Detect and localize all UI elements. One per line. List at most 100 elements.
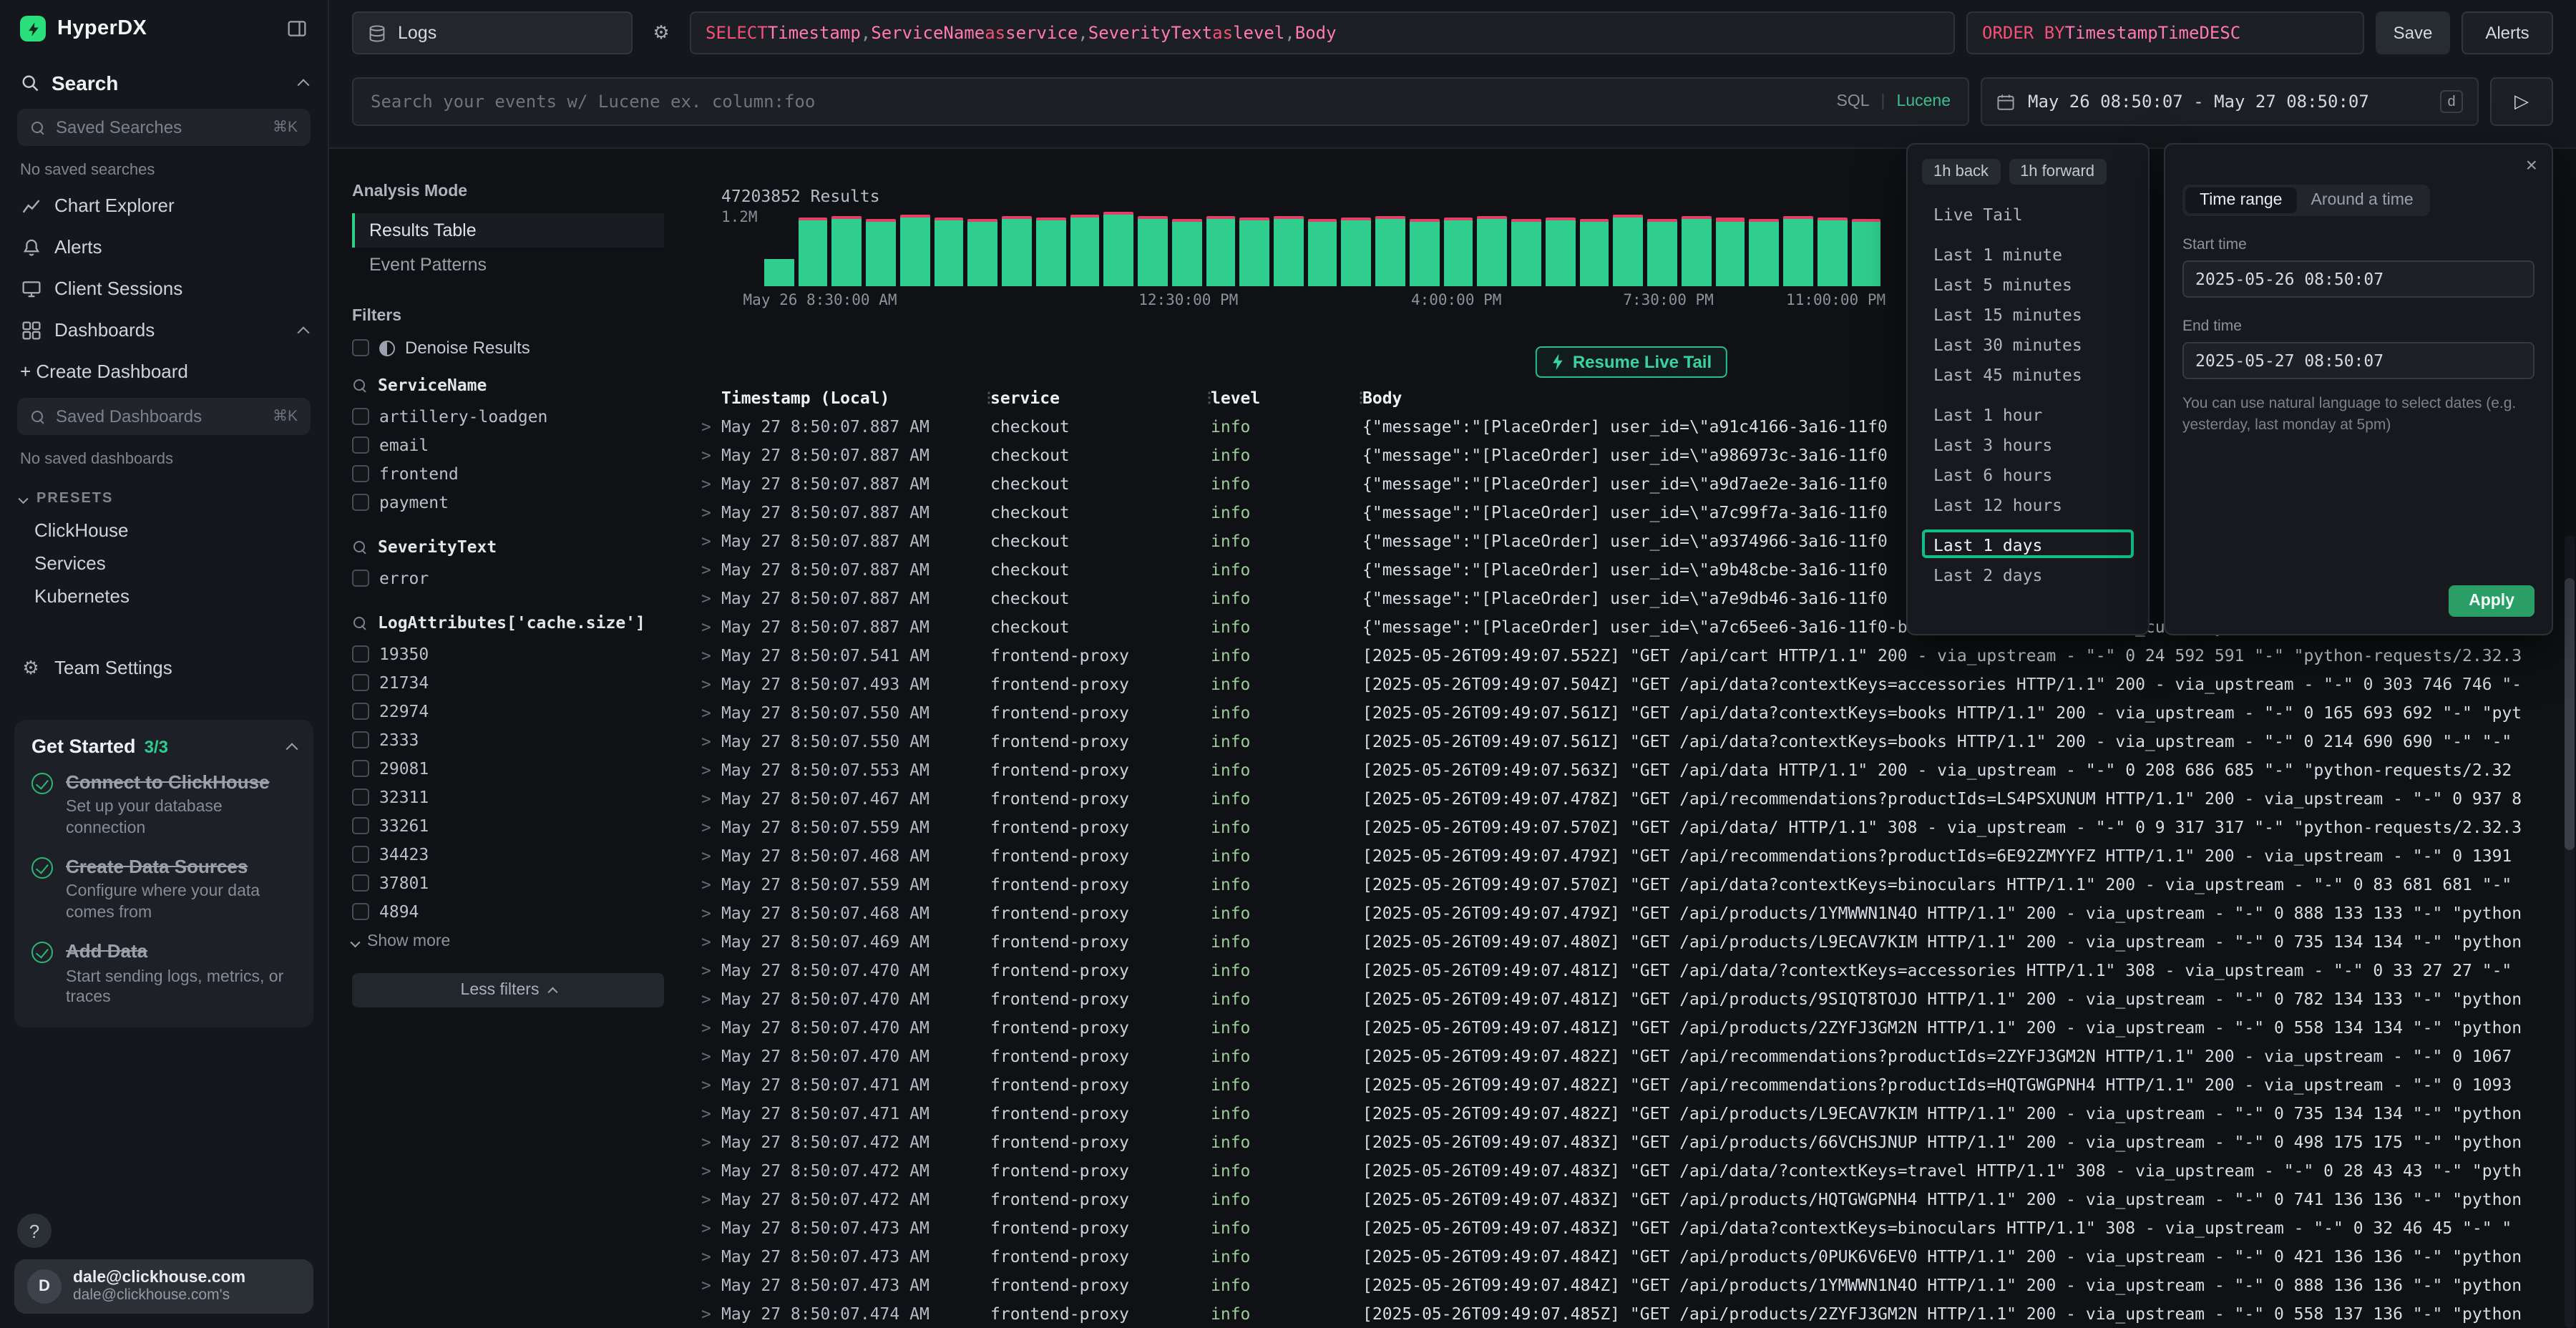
histogram-bar[interactable] [1206,216,1235,286]
date-range-input[interactable]: May 26 08:50:07 - May 27 08:50:07 d [1981,77,2479,126]
row-expand-icon[interactable]: > [701,1246,721,1266]
order-by-editor[interactable]: ORDER BY TimestampTime DESC [1966,11,2364,54]
histogram-bar[interactable] [1851,219,1880,286]
log-row[interactable]: >May 27 8:50:07.473 AMfrontend-proxyinfo… [687,1242,2576,1271]
checkbox[interactable] [352,731,369,748]
row-expand-icon[interactable]: > [701,416,721,436]
row-expand-icon[interactable]: > [701,846,721,866]
log-row[interactable]: >May 27 8:50:07.470 AMfrontend-proxyinfo… [687,985,2576,1013]
quick-range-last-30-minutes[interactable]: Last 30 minutes [1922,329,2134,358]
row-expand-icon[interactable]: > [701,874,721,894]
column-header-timestamp[interactable]: Timestamp (Local) [721,388,982,408]
quick-range-last-1-minute[interactable]: Last 1 minute [1922,239,2134,268]
facet-value-row[interactable]: 2333 [352,726,664,754]
log-row[interactable]: >May 27 8:50:07.493 AMfrontend-proxyinfo… [687,670,2576,698]
histogram-bar[interactable] [1647,218,1677,286]
log-row[interactable]: >May 27 8:50:07.472 AMfrontend-proxyinfo… [687,1185,2576,1214]
mode-event-patterns[interactable]: Event Patterns [352,248,664,282]
column-divider[interactable]: ⋮ [1202,390,1211,406]
histogram-bar[interactable] [1240,218,1269,286]
log-row[interactable]: >May 27 8:50:07.474 AMfrontend-proxyinfo… [687,1299,2576,1328]
chevron-up-icon[interactable] [298,79,310,91]
facet-value-row[interactable]: 4894 [352,897,664,926]
checkbox[interactable] [352,570,369,587]
histogram-bar[interactable] [832,216,862,286]
histogram-bar[interactable] [1715,218,1745,286]
row-expand-icon[interactable]: > [701,960,721,980]
quick-range-last-45-minutes[interactable]: Last 45 minutes [1922,359,2134,388]
search-input[interactable] [371,92,1825,112]
less-filters-button[interactable]: Less filters [352,973,664,1007]
log-row[interactable]: >May 27 8:50:07.467 AMfrontend-proxyinfo… [687,784,2576,813]
facet-value-row[interactable]: 37801 [352,869,664,897]
row-expand-icon[interactable]: > [701,445,721,465]
presets-header[interactable]: PRESETS [20,491,308,507]
checkbox[interactable] [352,436,369,454]
show-more-button[interactable]: Show more [352,933,664,950]
log-row[interactable]: >May 27 8:50:07.472 AMfrontend-proxyinfo… [687,1128,2576,1156]
log-row[interactable]: >May 27 8:50:07.468 AMfrontend-proxyinfo… [687,899,2576,927]
quick-range-last-1-days[interactable]: Last 1 days [1922,529,2134,558]
histogram-bar[interactable] [866,218,895,286]
histogram-bar[interactable] [968,219,997,286]
row-expand-icon[interactable]: > [701,1189,721,1209]
preset-link-services[interactable]: Services [0,547,328,580]
row-expand-icon[interactable]: > [701,1275,721,1295]
log-row[interactable]: >May 27 8:50:07.550 AMfrontend-proxyinfo… [687,727,2576,756]
facet-header[interactable]: Servi​ceName [352,375,664,395]
column-header-service[interactable]: service [990,388,1202,408]
save-button[interactable]: Save [2376,11,2450,54]
row-expand-icon[interactable]: > [701,932,721,952]
histogram-bar[interactable] [1478,216,1507,286]
quick-range-last-5-minutes[interactable]: Last 5 minutes [1922,269,2134,298]
user-menu[interactable]: D dale@clickhouse.com dale@clickhouse.co… [14,1259,313,1314]
sidebar-item-alerts[interactable]: Alerts [0,226,328,268]
column-divider[interactable]: ⋮ [1354,390,1362,406]
run-query-button[interactable]: ▷ [2490,77,2553,126]
histogram-bar[interactable] [1172,218,1201,286]
histogram-bar[interactable] [1104,212,1133,286]
get-started-item[interactable]: Create Data Sources Configure where your… [31,856,296,924]
facet-value-row[interactable]: frontend [352,459,664,488]
histogram-bar[interactable] [1443,217,1473,286]
facet-value-row[interactable]: 22974 [352,697,664,726]
facet-value-row[interactable]: 29081 [352,754,664,783]
histogram-bar[interactable] [1750,220,1779,286]
row-expand-icon[interactable]: > [701,788,721,809]
log-row[interactable]: >May 27 8:50:07.469 AMfrontend-proxyinfo… [687,927,2576,956]
row-expand-icon[interactable]: > [701,674,721,694]
facet-value-row[interactable]: payment [352,488,664,517]
checkbox[interactable] [352,846,369,863]
histogram-bar[interactable] [1274,216,1303,286]
sidebar-item-client-sessions[interactable]: Client Sessions [0,268,328,309]
histogram-bar[interactable] [1818,218,1847,286]
start-time-input[interactable] [2182,260,2534,298]
row-expand-icon[interactable]: > [701,731,721,751]
tab-time-range[interactable]: Time range [2185,187,2297,213]
row-expand-icon[interactable]: > [701,1304,721,1324]
log-row[interactable]: >May 27 8:50:07.471 AMfrontend-proxyinfo… [687,1099,2576,1128]
quick-range-last-1-hour[interactable]: Last 1 hour [1922,399,2134,428]
facet-header[interactable]: SeverityText [352,537,664,557]
row-expand-icon[interactable]: > [701,817,721,837]
histogram-bar[interactable] [1682,216,1711,286]
row-expand-icon[interactable]: > [701,703,721,723]
row-expand-icon[interactable]: > [701,760,721,780]
denoise-results-toggle[interactable]: Denoise Results [352,338,664,358]
log-row[interactable]: >May 27 8:50:07.541 AMfrontend-proxyinfo… [687,641,2576,670]
log-row[interactable]: >May 27 8:50:07.559 AMfrontend-proxyinfo… [687,870,2576,899]
log-row[interactable]: >May 27 8:50:07.470 AMfrontend-proxyinfo… [687,1042,2576,1070]
histogram-bar[interactable] [1002,216,1031,286]
saved-dashboards-input[interactable]: Saved Dashboards ⌘K [17,398,311,435]
help-button[interactable]: ? [17,1214,52,1248]
lang-toggle-sql[interactable]: SQL [1837,93,1870,110]
checkbox[interactable] [352,645,369,663]
facet-value-row[interactable]: 19350 [352,640,664,668]
facet-value-row[interactable]: 32311 [352,783,664,811]
preset-link-clickhouse[interactable]: ClickHouse [0,514,328,547]
lang-toggle-lucene[interactable]: Lucene [1897,93,1951,110]
log-row[interactable]: >May 27 8:50:07.473 AMfrontend-proxyinfo… [687,1214,2576,1242]
histogram-bar[interactable] [1138,216,1167,286]
quick-range-last-2-days[interactable]: Last 2 days [1922,560,2134,588]
alerts-button[interactable]: Alerts [2462,11,2553,54]
